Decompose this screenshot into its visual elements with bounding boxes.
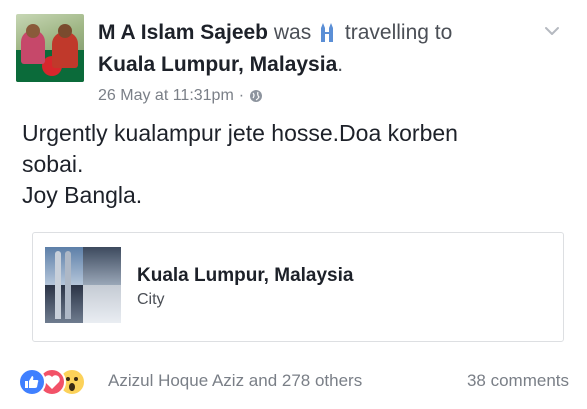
avatar-person-right: [52, 24, 78, 68]
reactions-summary[interactable]: [18, 368, 108, 396]
location-period: .: [337, 53, 344, 76]
post-text-line: Joy Bangla.: [22, 182, 143, 208]
place-name-link[interactable]: Kuala Lumpur, Malaysia: [137, 265, 353, 287]
meta-separator: ·: [238, 87, 245, 104]
post-header: M A Islam Sajeeb was travelling to: [98, 20, 452, 49]
like-reaction-icon: [18, 368, 46, 396]
post-body: Urgently kualampur jete hosse.Doa korben…: [22, 118, 567, 211]
place-type: City: [137, 291, 165, 308]
post-text-line: Urgently kualampur jete hosse.Doa korben: [22, 120, 458, 146]
post-text-line: sobai.: [22, 151, 84, 177]
chevron-down-icon[interactable]: [541, 20, 563, 42]
location-link[interactable]: Kuala Lumpur, Malaysia: [98, 53, 337, 76]
comments-count-link[interactable]: 38 comments: [467, 371, 569, 391]
post-meta: 26 May at 11:31pm ·: [98, 86, 263, 109]
feed-post: M A Islam Sajeeb was travelling to Kuala…: [0, 0, 587, 409]
place-card[interactable]: Kuala Lumpur, Malaysia City: [32, 232, 564, 342]
place-thumbnail: [45, 247, 121, 323]
post-timestamp-link[interactable]: 26 May at 11:31pm: [98, 87, 234, 104]
post-footer: Azizul Hoque Aziz and 278 others 38 comm…: [18, 366, 569, 396]
avatar-person-left: [21, 24, 45, 64]
author-name-link[interactable]: M A Islam Sajeeb: [98, 21, 268, 44]
author-avatar[interactable]: [16, 14, 84, 82]
globe-icon[interactable]: [249, 89, 263, 109]
towers-icon: [319, 22, 335, 49]
post-header-location: Kuala Lumpur, Malaysia.: [98, 52, 343, 78]
was-text: was: [273, 21, 312, 44]
activity-text: travelling to: [344, 21, 453, 44]
reaction-names-link[interactable]: Azizul Hoque Aziz and 278 others: [108, 371, 362, 391]
